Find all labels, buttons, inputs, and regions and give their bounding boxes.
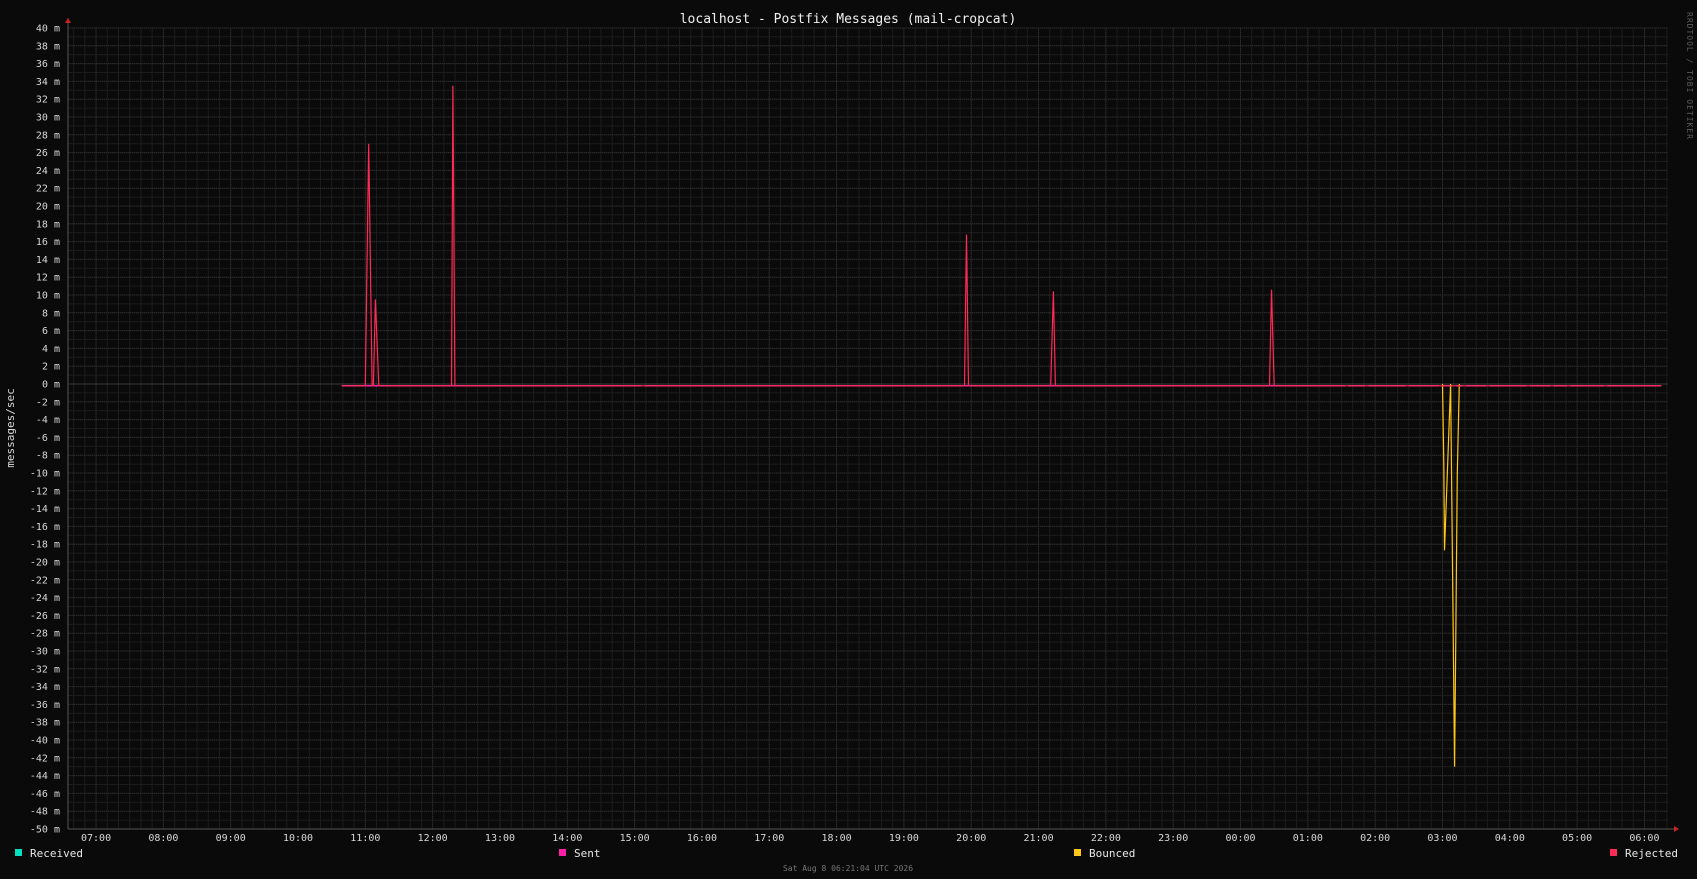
legend-swatch — [559, 849, 566, 856]
y-tick-label: 2 m — [42, 362, 60, 373]
x-tick-label: 09:00 — [216, 833, 246, 844]
timestamp: Sat Aug 8 06:21:04 UTC 2026 — [783, 864, 913, 873]
x-tick-label: 10:00 — [283, 833, 313, 844]
y-tick-label: -8 m — [36, 451, 60, 462]
x-tick-label: 05:00 — [1562, 833, 1592, 844]
y-tick-label: 18 m — [36, 219, 60, 230]
y-tick-label: 22 m — [36, 184, 60, 195]
y-tick-label: -30 m — [30, 647, 60, 658]
y-axis-label: messages/sec — [4, 388, 17, 467]
y-tick-label: -34 m — [30, 682, 60, 693]
legend-label: Rejected — [1625, 847, 1678, 860]
y-tick-labels: 40 m 38 m 36 m 34 m 32 m 30 m 28 m 26 m 24 m 22 m… — [30, 24, 60, 836]
y-tick-label: 34 m — [36, 77, 60, 88]
y-tick-label: 16 m — [36, 237, 60, 248]
y-tick-label: -6 m — [36, 433, 60, 444]
y-tick-label: -20 m — [30, 558, 60, 569]
y-tick-label: 6 m — [42, 326, 60, 337]
chart: localhost - Postfix Messages (mail-cropc… — [4, 12, 1694, 873]
x-tick-label: 17:00 — [754, 833, 784, 844]
y-tick-label: 4 m — [42, 344, 60, 355]
x-tick-label: 15:00 — [620, 833, 650, 844]
watermark: RRDTOOL / TOBI OETIKER — [1685, 12, 1694, 140]
x-tick-label: 13:00 — [485, 833, 515, 844]
x-tick-label: 23:00 — [1158, 833, 1188, 844]
legend-label: Received — [30, 847, 83, 860]
y-tick-label: -26 m — [30, 611, 60, 622]
y-tick-label: -2 m — [36, 397, 60, 408]
series-line-rejected — [341, 85, 1662, 387]
y-tick-label: 40 m — [36, 24, 60, 35]
legend-swatch — [15, 849, 22, 856]
x-tick-label: 01:00 — [1293, 833, 1323, 844]
x-tick-label: 02:00 — [1360, 833, 1390, 844]
y-tick-label: -42 m — [30, 753, 60, 764]
series-line-bounced — [1441, 383, 1460, 767]
y-tick-label: 24 m — [36, 166, 60, 177]
grid — [68, 27, 1668, 830]
y-tick-label: 38 m — [36, 41, 60, 52]
x-tick-label: 03:00 — [1427, 833, 1457, 844]
y-tick-label: -44 m — [30, 771, 60, 782]
y-tick-label: -10 m — [30, 469, 60, 480]
y-tick-label: 26 m — [36, 148, 60, 159]
x-tick-label: 22:00 — [1091, 833, 1121, 844]
y-tick-label: 28 m — [36, 130, 60, 141]
axes — [65, 18, 1679, 832]
x-tick-label: 07:00 — [81, 833, 111, 844]
y-tick-label: -40 m — [30, 736, 60, 747]
x-tick-label: 06:00 — [1629, 833, 1659, 844]
y-tick-label: 32 m — [36, 95, 60, 106]
x-tick-label: 20:00 — [956, 833, 986, 844]
y-tick-label: -16 m — [30, 522, 60, 533]
y-tick-label: 14 m — [36, 255, 60, 266]
legend-label: Bounced — [1089, 847, 1135, 860]
y-tick-label: -24 m — [30, 593, 60, 604]
y-tick-label: -28 m — [30, 629, 60, 640]
y-tick-label: -46 m — [30, 789, 60, 800]
legend: Received Sent Bounced Rejected — [15, 847, 1678, 860]
y-tick-label: 30 m — [36, 113, 60, 124]
y-tick-label: 12 m — [36, 273, 60, 284]
legend-label: Sent — [574, 847, 601, 860]
x-tick-label: 08:00 — [148, 833, 178, 844]
y-tick-label: 36 m — [36, 59, 60, 70]
y-tick-label: -38 m — [30, 718, 60, 729]
y-tick-label: -4 m — [36, 415, 60, 426]
y-tick-label: 20 m — [36, 202, 60, 213]
y-tick-label: -48 m — [30, 807, 60, 818]
y-tick-label: 8 m — [42, 308, 60, 319]
y-tick-label: -22 m — [30, 575, 60, 586]
x-tick-labels: 07:00 08:00 09:00 10:00 11:00 12:00 13:00 14:00… — [81, 833, 1659, 844]
y-tick-label: 10 m — [36, 291, 60, 302]
legend-swatch — [1610, 849, 1617, 856]
x-tick-label: 18:00 — [822, 833, 852, 844]
x-tick-label: 04:00 — [1495, 833, 1525, 844]
x-tick-label: 11:00 — [350, 833, 380, 844]
y-tick-label: -36 m — [30, 700, 60, 711]
x-tick-label: 19:00 — [889, 833, 919, 844]
x-tick-label: 21:00 — [1023, 833, 1053, 844]
legend-swatch — [1074, 849, 1081, 856]
y-axis-arrow — [65, 18, 71, 23]
y-tick-label: -18 m — [30, 540, 60, 551]
y-tick-label: -50 m — [30, 825, 60, 836]
chart-title: localhost - Postfix Messages (mail-cropc… — [680, 12, 1017, 27]
y-tick-label: -14 m — [30, 504, 60, 515]
x-tick-label: 14:00 — [552, 833, 582, 844]
x-axis-arrow — [1674, 826, 1679, 832]
y-tick-label: 0 m — [42, 380, 60, 391]
x-tick-label: 00:00 — [1225, 833, 1255, 844]
y-tick-label: -12 m — [30, 486, 60, 497]
y-tick-label: -32 m — [30, 664, 60, 675]
x-tick-label: 12:00 — [418, 833, 448, 844]
x-tick-label: 16:00 — [687, 833, 717, 844]
